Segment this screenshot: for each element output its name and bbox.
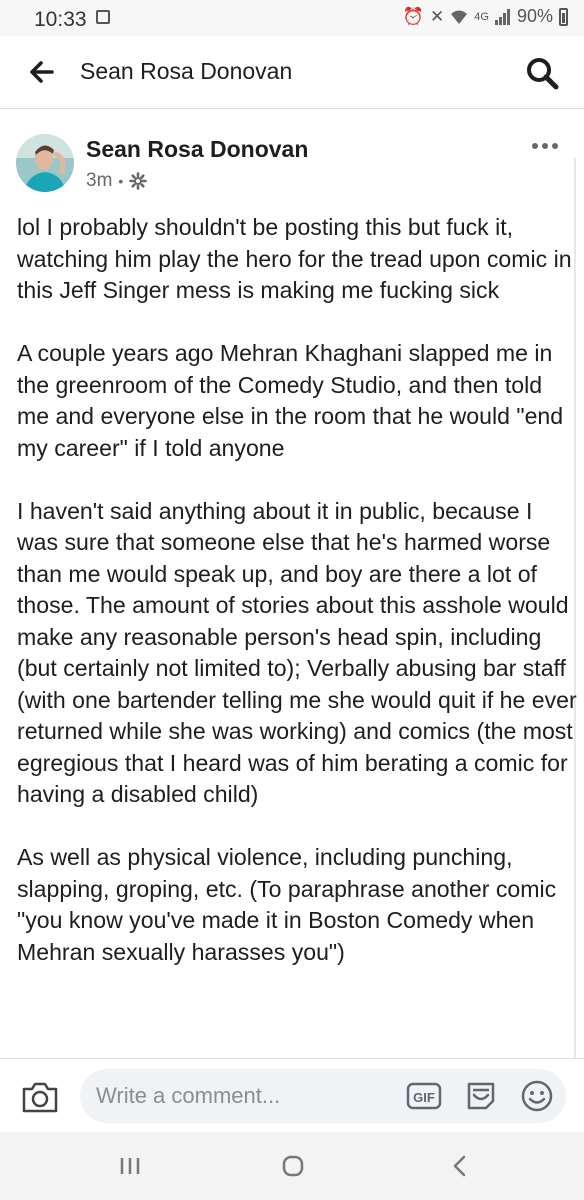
system-back-button[interactable] [448,1154,472,1178]
sticker-icon [467,1082,495,1110]
app-bar: Sean Rosa Donovan [0,36,584,109]
battery-icon [559,7,568,26]
emoji-icon [521,1080,553,1112]
post-paragraph: A couple years ago Mehran Khaghani slapp… [17,340,564,461]
search-button[interactable] [522,53,562,93]
post: Sean Rosa Donovan 3m • lol I probably sh… [0,108,584,1058]
system-nav-bar [0,1132,584,1200]
home-button[interactable] [281,1154,305,1178]
emoji-button[interactable] [520,1079,554,1113]
calendar-icon [96,10,110,24]
status-bar: 10:33 ⏰ ✕ 4G 90% [0,0,584,36]
page-title: Sean Rosa Donovan [80,58,293,84]
camera-button[interactable] [20,1079,60,1115]
camera-icon [22,1082,58,1113]
status-time: 10:33 [34,8,87,31]
comment-input[interactable]: Write a comment... GIF [80,1069,566,1123]
post-paragraph: lol I probably shouldn't be posting this… [17,214,572,303]
post-author[interactable]: Sean Rosa Donovan [86,136,308,163]
avatar[interactable] [16,134,74,192]
signal-icon [494,8,510,25]
post-paragraph: I haven't said anything about it in publ… [17,497,577,808]
network-label: 4G [474,10,489,23]
status-icons: ⏰ ✕ 4G 90% [403,6,568,27]
gear-icon [129,172,148,190]
chevron-left-icon [453,1155,466,1177]
dot [552,143,558,149]
comment-placeholder: Write a comment... [96,1083,281,1108]
more-options-button[interactable] [532,138,560,154]
dot [532,143,538,149]
alarm-icon: ⏰ [402,6,425,26]
mute-icon: ✕ [430,6,445,26]
search-icon [527,58,559,90]
gif-button[interactable]: GIF [406,1081,442,1111]
dot [542,143,548,149]
comment-bar: Write a comment... GIF [0,1058,584,1133]
meta-separator: • [118,173,124,189]
recents-button[interactable] [118,1154,142,1178]
arrow-left-icon [30,61,54,83]
gif-icon: GIF [406,1082,442,1110]
post-paragraph: As well as physical violence, including … [17,844,557,965]
home-icon [282,1155,304,1177]
gif-label: GIF [413,1090,435,1105]
back-button[interactable] [24,54,60,90]
wifi-icon [451,10,468,24]
recents-icon [120,1158,140,1174]
post-text: lol I probably shouldn't be posting this… [17,212,577,1000]
sticker-button[interactable] [464,1079,498,1113]
post-meta: 3m • [86,170,148,192]
post-timestamp[interactable]: 3m [86,170,112,192]
battery-percent: 90% [516,6,553,26]
